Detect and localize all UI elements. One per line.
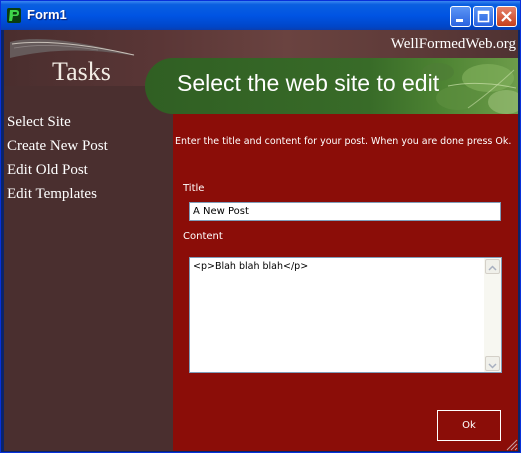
content-text: <p>Blah blah blah</p> (193, 261, 309, 272)
resize-grip-icon[interactable] (504, 437, 518, 451)
minimize-icon (456, 19, 463, 22)
window-title: Form1 (27, 7, 67, 22)
title-bar[interactable]: Form1 (1, 1, 520, 30)
scroll-down-button[interactable] (485, 356, 500, 371)
app-icon (7, 8, 21, 23)
title-input[interactable] (189, 202, 501, 221)
nav-edit-templates[interactable]: Edit Templates (7, 184, 108, 208)
maximize-icon (477, 10, 490, 23)
scroll-up-button[interactable] (485, 259, 500, 274)
page-title: Select the web site to edit (177, 70, 440, 96)
brand-label: WellFormedWeb.org (390, 36, 516, 52)
minimize-button[interactable] (450, 6, 471, 27)
arrow-down-icon (488, 363, 497, 369)
nav-create-new-post[interactable]: Create New Post (7, 136, 108, 160)
nav-edit-old-post[interactable]: Edit Old Post (7, 160, 108, 184)
sidebar-title: Tasks (52, 57, 111, 86)
maximize-button[interactable] (473, 6, 494, 27)
task-nav: Select Site Create New Post Edit Old Pos… (7, 112, 108, 208)
nav-select-site[interactable]: Select Site (7, 112, 108, 136)
close-button[interactable] (496, 6, 517, 27)
edit-post-panel: Enter the title and content for your pos… (173, 114, 518, 451)
client-area: WellFormedWeb.org Tasks Select Site Crea… (4, 30, 518, 451)
instructions-text: Enter the title and content for your pos… (175, 136, 512, 147)
close-icon (501, 11, 512, 22)
ok-button[interactable]: Ok (437, 410, 501, 441)
vertical-scrollbar[interactable] (484, 258, 501, 372)
app-window: Form1 WellFormedWeb.org Tasks Select Sit… (0, 0, 521, 453)
content-textarea[interactable]: <p>Blah blah blah</p> (189, 257, 502, 373)
header-band: Select the web site to edit (145, 58, 518, 114)
arrow-up-icon (488, 265, 497, 271)
title-label: Title (183, 183, 205, 194)
content-label: Content (183, 231, 223, 242)
